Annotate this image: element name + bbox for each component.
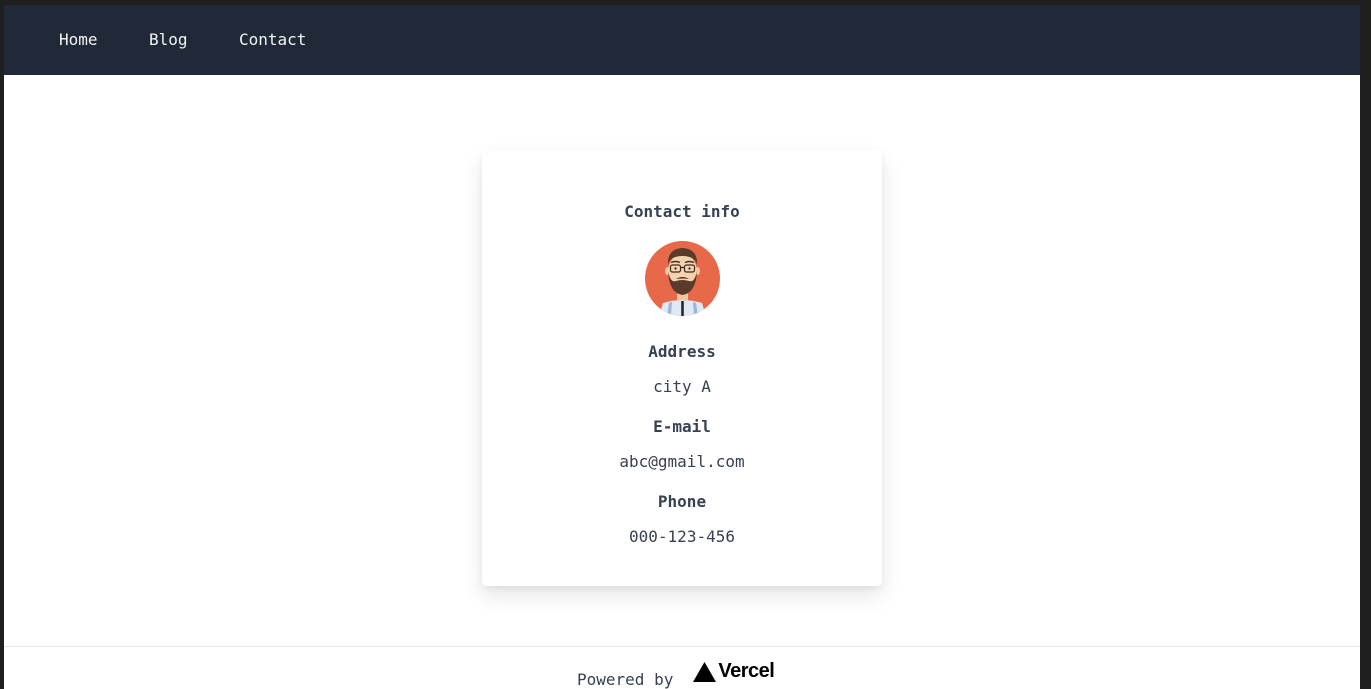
email-value[interactable]: abc@gmail.com	[482, 452, 882, 471]
avatar	[645, 241, 720, 316]
navbar: Home Blog Contact	[4, 5, 1360, 75]
bearded-man-avatar-icon	[645, 241, 720, 316]
nav-link-contact[interactable]: Contact	[239, 30, 306, 49]
vercel-logo-link[interactable]: Vercel	[693, 660, 775, 683]
vercel-triangle-icon	[693, 661, 717, 682]
page: Home Blog Contact Contact info Address c…	[4, 5, 1360, 689]
phone-value: 000-123-456	[629, 527, 735, 546]
footer-divider	[4, 646, 1360, 647]
contact-card: Contact info Address city A E-mail abc@g…	[482, 150, 882, 586]
email-label: E-mail	[653, 417, 711, 436]
nav-link-blog[interactable]: Blog	[149, 30, 188, 49]
phone-label: Phone	[657, 492, 707, 511]
powered-by-text: Powered by	[577, 670, 674, 689]
address-value: city A	[653, 377, 711, 396]
footer: Powered by Vercel	[577, 660, 775, 689]
vercel-wordmark: Vercel	[718, 660, 775, 682]
nav-link-home[interactable]: Home	[59, 30, 98, 49]
address-label: Address	[648, 342, 716, 361]
card-title: Contact info	[624, 202, 740, 221]
